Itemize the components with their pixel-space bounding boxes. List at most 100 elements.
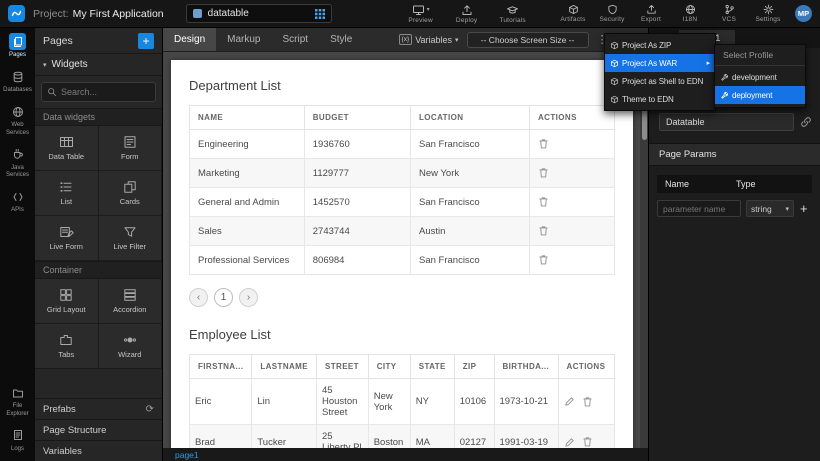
widget-tile-data-table[interactable]: Data Table	[35, 126, 99, 171]
rail-label: Java Services	[1, 165, 34, 179]
security-icon	[607, 4, 618, 15]
page-title-input[interactable]	[659, 113, 794, 131]
edit-row-icon[interactable]	[564, 396, 575, 407]
table-row[interactable]: Brad Tucker 25 Liberty Pl Boston MA 0212…	[190, 425, 615, 449]
add-param-button[interactable]: +	[800, 202, 808, 215]
department-table[interactable]: NAME BUDGET LOCATION ACTIONS Engineering…	[189, 105, 615, 275]
employee-table[interactable]: FIRSTNA... LASTNAME STREET CITY STATE ZI…	[189, 354, 615, 448]
widget-tile-tabs[interactable]: Tabs	[35, 324, 99, 369]
footer-page-tab[interactable]: page1	[175, 450, 199, 460]
app-selector[interactable]: datatable	[186, 4, 332, 23]
rail-item-apis[interactable]: APIs	[0, 183, 35, 218]
menu-item-project-as-zip[interactable]: Project As ZIP	[605, 36, 715, 54]
deploy-button[interactable]: Deploy	[452, 4, 482, 24]
submenu-item-development[interactable]: development	[715, 68, 805, 86]
table-row[interactable]: Engineering 1936760 San Francisco	[190, 130, 615, 159]
widget-search[interactable]	[41, 82, 156, 102]
link-icon[interactable]	[800, 116, 812, 128]
page-prev-button[interactable]: ‹	[189, 288, 208, 307]
table-row[interactable]: Marketing 1129777 New York	[190, 159, 615, 188]
refresh-icon[interactable]: ⟳	[146, 404, 154, 415]
screen-size-select[interactable]: -- Choose Screen Size --	[467, 32, 589, 48]
page-structure-row[interactable]: Page Structure	[35, 419, 162, 440]
i18n-button[interactable]: I18N	[675, 4, 705, 23]
delete-row-icon[interactable]	[538, 167, 549, 179]
widget-tile-accordion[interactable]: Accordion	[99, 279, 163, 324]
tutorials-button[interactable]: Tutorials	[498, 4, 528, 24]
app-grid-icon[interactable]	[315, 9, 325, 19]
column-header[interactable]: STREET	[317, 355, 369, 379]
search-icon	[47, 87, 57, 97]
add-page-button[interactable]: +	[138, 33, 154, 49]
column-header[interactable]: CITY	[368, 355, 410, 379]
artifacts-button[interactable]: Artifacts	[558, 4, 588, 23]
column-header[interactable]: BIRTHDA...	[494, 355, 558, 379]
page-next-button[interactable]: ›	[239, 288, 258, 307]
rail-item-java-services[interactable]: Java Services	[0, 141, 35, 183]
menu-item-project-as-shell[interactable]: Project as Shell to EDN	[605, 72, 715, 90]
widgets-section-header[interactable]: ▾ Widgets	[35, 54, 162, 76]
widget-tile-form[interactable]: Form	[99, 126, 163, 171]
tab-style[interactable]: Style	[319, 28, 363, 51]
column-header[interactable]: LASTNAME	[252, 355, 317, 379]
settings-button[interactable]: Settings	[753, 4, 783, 23]
delete-row-icon[interactable]	[538, 254, 549, 266]
page-preview[interactable]: Department List NAME BUDGET LOCATION ACT…	[171, 60, 633, 448]
prefabs-row[interactable]: Prefabs ⟳	[35, 398, 162, 419]
rail-item-pages[interactable]: Pages	[0, 28, 35, 63]
actions-cell	[530, 130, 615, 159]
table-row[interactable]: Professional Services 806984 San Francis…	[190, 246, 615, 275]
rail-item-databases[interactable]: Databases	[0, 63, 35, 98]
variables-button[interactable]: {x} Variables ▾	[399, 34, 459, 45]
column-header[interactable]: ZIP	[454, 355, 494, 379]
rail-item-logs[interactable]: Logs	[0, 422, 35, 461]
menu-item-project-as-war[interactable]: Project As WAR ▸	[605, 54, 715, 72]
delete-row-icon[interactable]	[582, 436, 593, 448]
rail-label: Web Services	[1, 122, 34, 136]
rail-item-file-explorer[interactable]: File Explorer	[0, 379, 35, 421]
widget-tile-cards[interactable]: Cards	[99, 171, 163, 216]
tab-script[interactable]: Script	[272, 28, 320, 51]
column-header[interactable]: STATE	[410, 355, 454, 379]
page-number-button[interactable]: 1	[214, 288, 233, 307]
rail-item-web-services[interactable]: Web Services	[0, 98, 35, 140]
column-header[interactable]: ACTIONS	[558, 355, 614, 379]
actions-cell	[558, 425, 614, 449]
pages-header-row[interactable]: Pages +	[35, 28, 162, 54]
tab-markup[interactable]: Markup	[216, 28, 271, 51]
param-name-input[interactable]	[657, 200, 741, 217]
delete-row-icon[interactable]	[538, 196, 549, 208]
submenu-item-deployment[interactable]: deployment	[715, 86, 805, 104]
delete-row-icon[interactable]	[538, 138, 549, 150]
column-header[interactable]: LOCATION	[411, 106, 530, 130]
table-row[interactable]: Sales 2743744 Austin	[190, 217, 615, 246]
delete-row-icon[interactable]	[582, 396, 593, 408]
column-header[interactable]: BUDGET	[304, 106, 410, 130]
project-name[interactable]: My First Application	[73, 8, 164, 20]
tab-design[interactable]: Design	[163, 28, 216, 51]
widget-tile-live-filter[interactable]: Live Filter	[99, 216, 163, 261]
vcs-button[interactable]: VCS	[714, 4, 744, 23]
column-header[interactable]: NAME	[190, 106, 305, 130]
search-input[interactable]	[61, 87, 150, 97]
canvas-scrollbar[interactable]	[640, 52, 648, 448]
variables-row[interactable]: Variables	[35, 440, 162, 461]
export-button[interactable]: Export	[636, 4, 666, 23]
security-button[interactable]: Security	[597, 4, 627, 23]
widget-tile-grid-layout[interactable]: Grid Layout	[35, 279, 99, 324]
param-type-select[interactable]: string ▾	[746, 200, 794, 217]
delete-row-icon[interactable]	[538, 225, 549, 237]
widget-tile-live-form[interactable]: Live Form	[35, 216, 99, 261]
widget-tile-wizard[interactable]: Wizard	[99, 324, 163, 369]
page-params-header[interactable]: Page Params	[649, 143, 820, 166]
edit-row-icon[interactable]	[564, 437, 575, 448]
user-avatar[interactable]: MP	[795, 5, 812, 22]
menu-item-theme-to-edn[interactable]: Theme to EDN	[605, 90, 715, 108]
column-header[interactable]: ACTIONS	[530, 106, 615, 130]
table-row[interactable]: Eric Lin 45 Houston Street New York NY 1…	[190, 379, 615, 425]
table-row[interactable]: General and Admin 1452570 San Francisco	[190, 188, 615, 217]
app-logo-icon[interactable]	[8, 5, 25, 22]
widget-tile-list[interactable]: List	[35, 171, 99, 216]
preview-button[interactable]: ▾ Preview	[406, 4, 436, 24]
column-header[interactable]: FIRSTNA...	[190, 355, 252, 379]
